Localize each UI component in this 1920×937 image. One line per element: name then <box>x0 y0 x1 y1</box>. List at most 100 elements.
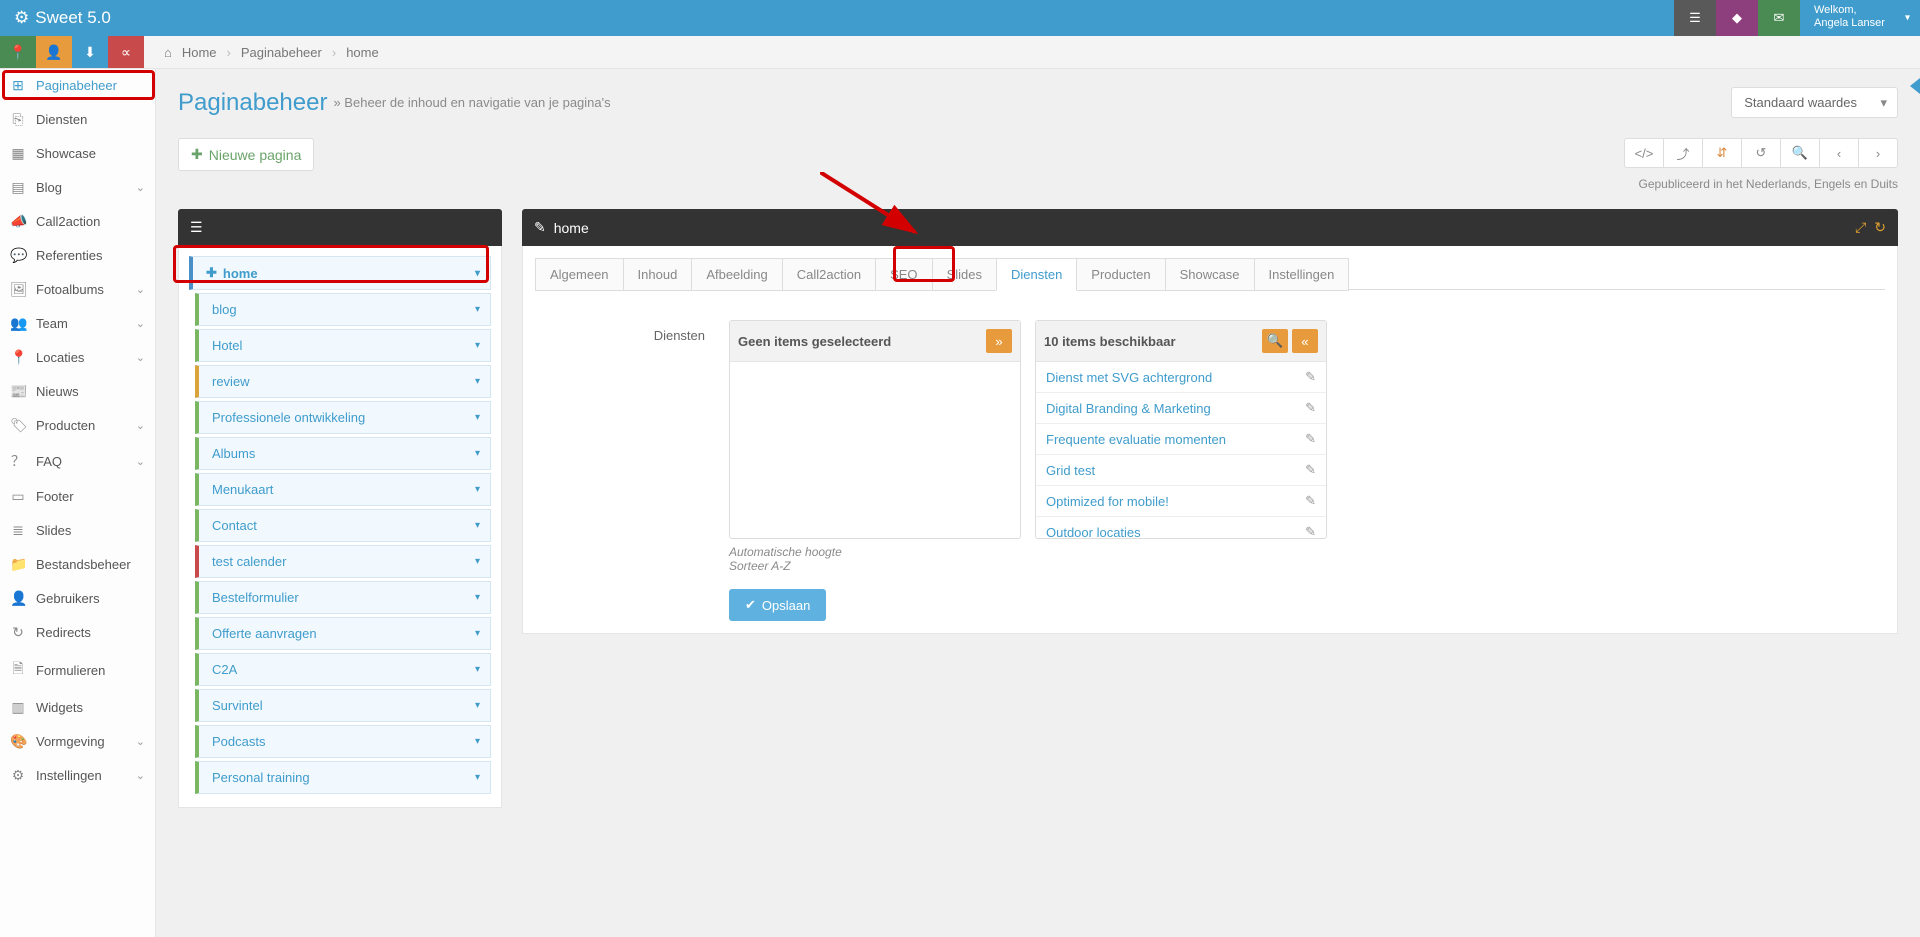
sidebar-item[interactable]: 📁Bestandsbeheer <box>0 548 155 582</box>
sidebar-item[interactable]: ▭Footer <box>0 480 155 514</box>
diamond-icon[interactable]: ◆ <box>1716 0 1758 36</box>
sidebar-item[interactable]: 📣Call2action <box>0 205 155 239</box>
brand-label: Sweet 5.0 <box>35 8 111 28</box>
sidebar-label: Call2action <box>36 214 100 229</box>
tab[interactable]: Producten <box>1076 258 1165 291</box>
tree-item[interactable]: Offerte aanvragen▾ <box>195 617 491 650</box>
crumb-home[interactable]: Home <box>182 45 217 60</box>
share-button[interactable]: ∝ <box>108 36 144 68</box>
next-button[interactable]: › <box>1858 138 1898 168</box>
tree-item-home[interactable]: ✚ home ▾ <box>189 256 491 290</box>
tree-item[interactable]: review▾ <box>195 365 491 398</box>
tab[interactable]: Call2action <box>782 258 876 291</box>
tree-item[interactable]: Albums▾ <box>195 437 491 470</box>
caret-down-icon: ▾ <box>475 268 480 279</box>
sidebar-item[interactable]: ⎘Diensten <box>0 103 155 137</box>
sidebar-icon: 🗎 <box>10 658 26 682</box>
tree-item[interactable]: C2A▾ <box>195 653 491 686</box>
search-list-button[interactable]: 🔍 <box>1262 329 1288 353</box>
search-button[interactable]: 🔍 <box>1780 138 1820 168</box>
new-page-button[interactable]: ✚ Nieuwe pagina <box>178 138 314 171</box>
sidebar-item[interactable]: 👥Team⌄ <box>0 307 155 341</box>
selected-list[interactable] <box>730 362 1020 538</box>
sidebar-item[interactable]: 🎨Vormgeving⌄ <box>0 725 155 759</box>
sidebar-item[interactable]: 🏷Producten⌄ <box>0 409 155 443</box>
sidebar-item[interactable]: ⊞Paginabeheer <box>0 69 155 103</box>
available-row[interactable]: Digital Branding & Marketing✎ <box>1036 393 1326 424</box>
save-button[interactable]: ✔ Opslaan <box>729 589 826 621</box>
history-button[interactable]: ↺ <box>1741 138 1781 168</box>
tab[interactable]: Inhoud <box>623 258 693 291</box>
defaults-dropdown[interactable]: Standaard waardes <box>1731 87 1898 118</box>
pencil-icon[interactable]: ✎ <box>1305 431 1316 447</box>
tree-item[interactable]: Bestelformulier▾ <box>195 581 491 614</box>
tab[interactable]: Instellingen <box>1254 258 1350 291</box>
sidebar-icon: ▤ <box>10 179 26 196</box>
move-right-button[interactable]: » <box>986 329 1012 353</box>
tree-item[interactable]: test calender▾ <box>195 545 491 578</box>
available-row[interactable]: Outdoor locaties✎ <box>1036 517 1326 538</box>
sidebar-item[interactable]: ⚙Instellingen⌄ <box>0 759 155 793</box>
sidebar-label: Nieuws <box>36 384 79 399</box>
sidebar-item[interactable]: 🖼Fotoalbums⌄ <box>0 273 155 307</box>
sidebar-item[interactable]: 👤Gebruikers <box>0 582 155 616</box>
available-row[interactable]: Frequente evaluatie momenten✎ <box>1036 424 1326 455</box>
sidebar-item[interactable]: ▦Showcase <box>0 137 155 171</box>
tree-item[interactable]: Personal training▾ <box>195 761 491 794</box>
code-button[interactable]: </> <box>1624 138 1664 168</box>
move-left-button[interactable]: « <box>1292 329 1318 353</box>
sidebar-item[interactable]: 📰Nieuws <box>0 375 155 409</box>
mail-icon[interactable]: ✉ <box>1758 0 1800 36</box>
sidebar-item[interactable]: ▥Widgets <box>0 691 155 725</box>
sidebar-item[interactable]: 📍Locaties⌄ <box>0 341 155 375</box>
sidebar-item[interactable]: ≣Slides <box>0 514 155 548</box>
sidebar-label: Paginabeheer <box>36 78 117 93</box>
pencil-icon[interactable]: ✎ <box>1305 493 1316 509</box>
marker-button[interactable]: 📍 <box>0 36 36 68</box>
caret-down-icon: ▾ <box>475 520 480 531</box>
tab[interactable]: SEO <box>875 258 932 291</box>
prev-button[interactable]: ‹ <box>1819 138 1859 168</box>
pencil-icon[interactable]: ✎ <box>1305 462 1316 478</box>
bars-icon[interactable]: ☰ <box>190 219 203 236</box>
tree-item[interactable]: Podcasts▾ <box>195 725 491 758</box>
tab[interactable]: Afbeelding <box>691 258 782 291</box>
pencil-icon[interactable]: ✎ <box>1305 369 1316 385</box>
tree-item-label: Bestelformulier <box>212 590 299 605</box>
sidebar-icon: 💬 <box>10 247 26 264</box>
tree-item[interactable]: Professionele ontwikkeling▾ <box>195 401 491 434</box>
tree-item[interactable]: Contact▾ <box>195 509 491 542</box>
sitemap-button[interactable]: ⇵ <box>1702 138 1742 168</box>
sidebar-item[interactable]: ▤Blog⌄ <box>0 171 155 205</box>
refresh-icon[interactable]: ↻ <box>1874 219 1886 236</box>
crumb-section[interactable]: Paginabeheer <box>241 45 322 60</box>
tab[interactable]: Algemeen <box>535 258 624 291</box>
download-button[interactable]: ⬇ <box>72 36 108 68</box>
available-row[interactable]: Optimized for mobile!✎ <box>1036 486 1326 517</box>
sidebar-item[interactable]: ？FAQ⌄ <box>0 443 155 480</box>
sidebar-item[interactable]: ↻Redirects <box>0 616 155 650</box>
caret-down-icon: ▾ <box>475 772 480 783</box>
available-list[interactable]: Dienst met SVG achtergrond✎Digital Brand… <box>1036 362 1326 538</box>
page-tree-panel: ☰ ✚ home ▾ blog▾Hotel▾review▾Professione… <box>178 209 502 808</box>
crumb-sep: › <box>227 45 231 60</box>
pencil-icon[interactable]: ✎ <box>1305 524 1316 538</box>
share-btn[interactable]: ⤴ <box>1663 138 1703 168</box>
tree-item[interactable]: Hotel▾ <box>195 329 491 362</box>
tab[interactable]: Slides <box>932 258 997 291</box>
tab[interactable]: Diensten <box>996 258 1077 291</box>
expand-icon[interactable]: ⤢ <box>1855 219 1866 236</box>
tree-item[interactable]: blog▾ <box>195 293 491 326</box>
available-row[interactable]: Grid test✎ <box>1036 455 1326 486</box>
user-menu[interactable]: Welkom, Angela Lanser ▾ <box>1800 0 1920 36</box>
caret-down-icon: ▾ <box>475 376 480 387</box>
tree-item[interactable]: Survintel▾ <box>195 689 491 722</box>
sidebar-item[interactable]: 💬Referenties <box>0 239 155 273</box>
sidebar-item[interactable]: 🗎Formulieren <box>0 650 155 691</box>
tree-item[interactable]: Menukaart▾ <box>195 473 491 506</box>
tab[interactable]: Showcase <box>1165 258 1255 291</box>
user-button[interactable]: 👤 <box>36 36 72 68</box>
pencil-icon[interactable]: ✎ <box>1305 400 1316 416</box>
card-icon[interactable]: ☰ <box>1674 0 1716 36</box>
available-row[interactable]: Dienst met SVG achtergrond✎ <box>1036 362 1326 393</box>
